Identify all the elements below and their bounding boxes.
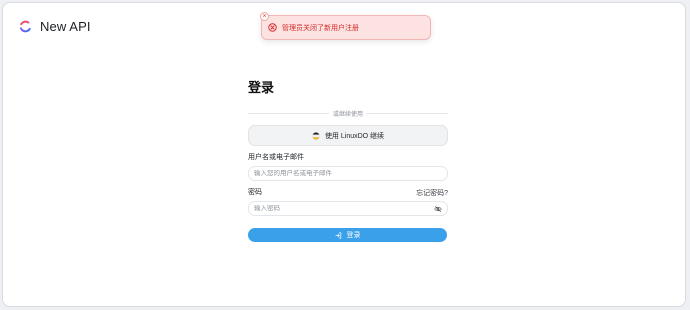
login-button-label: 登录	[346, 232, 361, 239]
linuxdo-icon	[312, 131, 320, 140]
app-name: New API	[40, 19, 91, 34]
divider: 或继续使用	[248, 108, 449, 118]
divider-line-right	[367, 112, 449, 114]
toast-close-button[interactable]: ×	[260, 12, 269, 21]
page-title: 登录	[248, 80, 275, 95]
forgot-password-link[interactable]: 忘记密码?	[416, 188, 448, 198]
brand[interactable]: New API	[19, 19, 91, 34]
password-field[interactable]	[248, 201, 448, 216]
login-form: 登录 或继续使用 使用 LinuxDO 继续 用户名或电子邮件 密码	[248, 79, 449, 242]
username-field[interactable]	[248, 166, 448, 181]
error-toast: × 管理员关闭了新用户注册	[260, 12, 431, 40]
toast-message: 管理员关闭了新用户注册	[282, 24, 359, 32]
linuxdo-button-label: 使用 LinuxDO 继续	[324, 132, 385, 140]
password-label-row: 密码 忘记密码?	[248, 188, 448, 198]
username-label: 用户名或电子邮件	[248, 154, 304, 161]
username-input[interactable]	[254, 170, 442, 177]
login-button[interactable]: 登录	[248, 228, 447, 242]
error-circle-icon	[268, 23, 277, 32]
eye-off-icon[interactable]	[434, 205, 442, 213]
app-window: New API × 管理员关闭了新用户注册 登录 或继续使用 使用 LinuxD…	[2, 2, 686, 307]
divider-line-left	[248, 112, 329, 114]
divider-text: 或继续使用	[333, 111, 364, 118]
login-arrow-icon	[335, 232, 341, 238]
linuxdo-login-button[interactable]: 使用 LinuxDO 继续	[248, 125, 448, 146]
new-api-logo-icon	[19, 20, 32, 33]
password-input[interactable]	[254, 205, 434, 212]
password-label: 密码	[248, 189, 262, 196]
